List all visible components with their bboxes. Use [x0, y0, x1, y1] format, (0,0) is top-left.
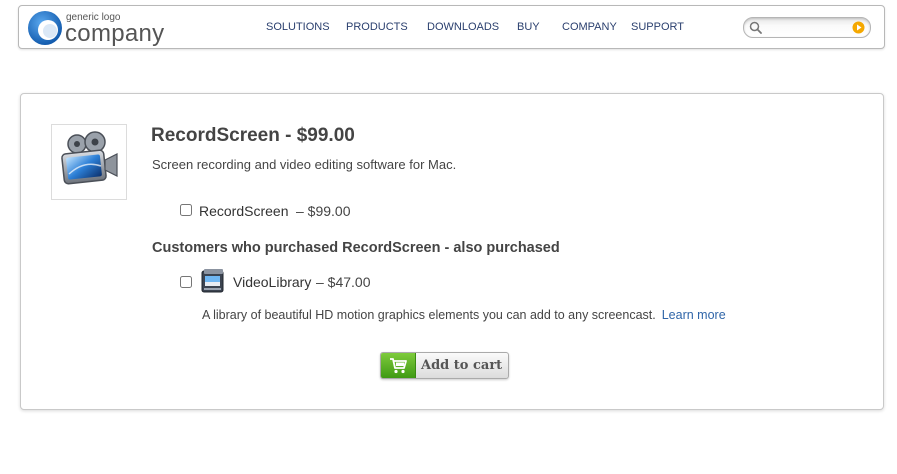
- shopping-cart-icon: [390, 358, 407, 374]
- videolibrary-description-text: A library of beautiful HD motion graphic…: [202, 308, 656, 322]
- videolibrary-checkbox[interactable]: [180, 276, 192, 288]
- product-panel: RecordScreen - $99.00 Screen recording a…: [20, 93, 884, 410]
- videolibrary-option-price: – $47.00: [316, 274, 371, 290]
- logo-wordmark: company: [65, 20, 165, 47]
- learn-more-link[interactable]: Learn more: [662, 308, 726, 322]
- upsell-heading: Customers who purchased RecordScreen - a…: [152, 240, 560, 256]
- product-description: Screen recording and video editing softw…: [152, 157, 457, 172]
- video-library-icon: [201, 269, 224, 293]
- logo-circle-icon: [28, 11, 62, 45]
- recordscreen-option-label: RecordScreen: [199, 203, 289, 219]
- search-box: [743, 17, 871, 38]
- search-icon: [749, 21, 762, 34]
- nav-support[interactable]: SUPPORT: [631, 21, 684, 33]
- go-arrow-icon[interactable]: [852, 21, 865, 34]
- nav-products[interactable]: PRODUCTS: [346, 21, 408, 33]
- add-to-cart-button[interactable]: Add to cart: [380, 352, 509, 379]
- film-camera-icon: [61, 131, 118, 185]
- site-header: generic logo company SOLUTIONS PRODUCTS …: [18, 5, 885, 49]
- product-thumbnail: [51, 124, 127, 200]
- product-title: RecordScreen - $99.00: [151, 125, 355, 146]
- add-to-cart-label: Add to cart: [421, 358, 503, 373]
- cart-icon-area: [381, 353, 416, 378]
- videolibrary-description: A library of beautiful HD motion graphic…: [202, 308, 726, 322]
- nav-downloads[interactable]: DOWNLOADS: [427, 21, 499, 33]
- videolibrary-option-label: VideoLibrary: [233, 274, 312, 290]
- recordscreen-option-price: – $99.00: [296, 203, 351, 219]
- company-logo[interactable]: generic logo company: [27, 10, 177, 46]
- recordscreen-checkbox[interactable]: [180, 204, 192, 216]
- nav-company[interactable]: COMPANY: [562, 21, 617, 33]
- search-input[interactable]: [766, 20, 848, 34]
- nav-solutions[interactable]: SOLUTIONS: [266, 21, 330, 33]
- nav-buy[interactable]: BUY: [517, 21, 540, 33]
